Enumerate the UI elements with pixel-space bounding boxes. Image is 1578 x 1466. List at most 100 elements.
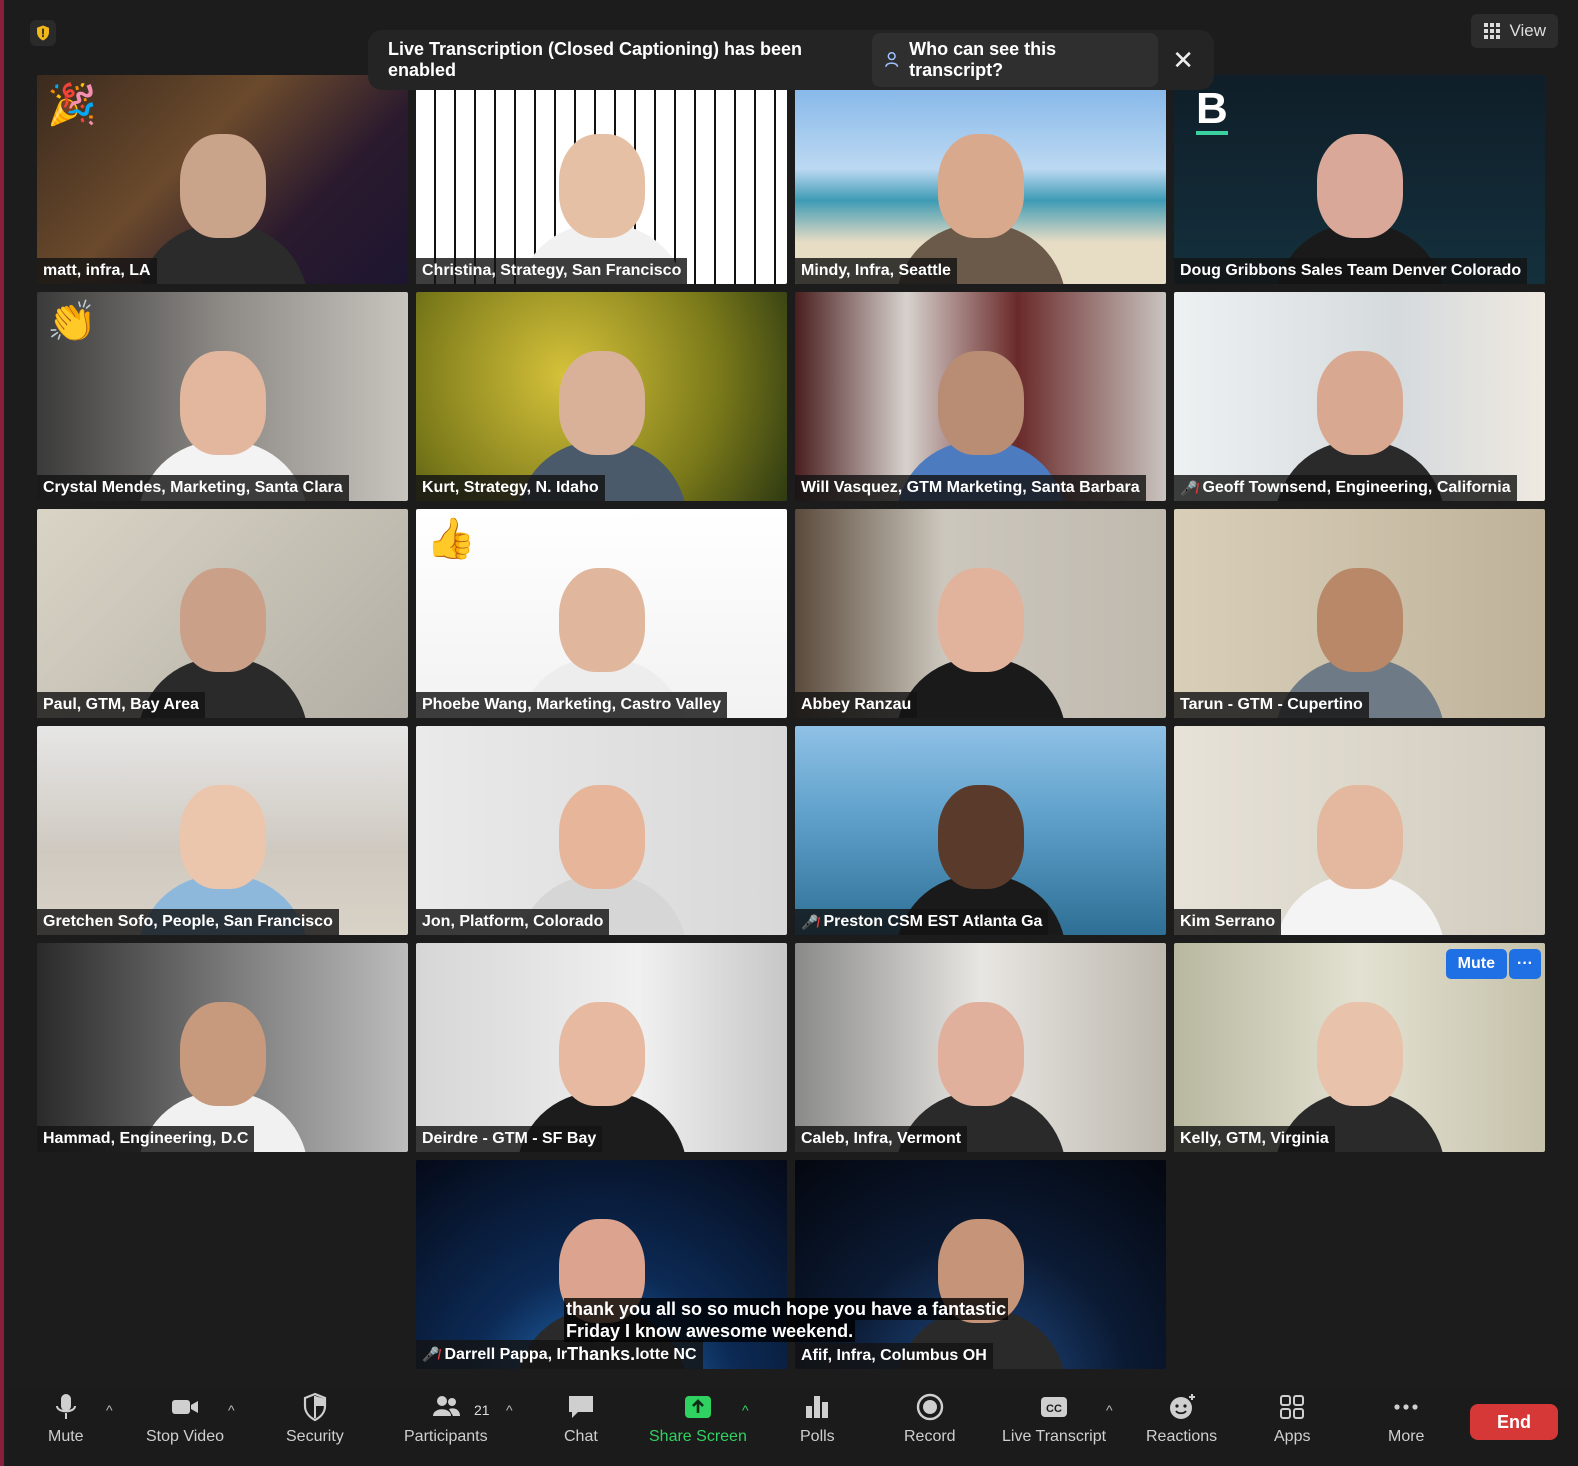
video-tile[interactable]: 👏 Crystal Mendes, Marketing, Santa Clara [37,292,408,501]
video-tile[interactable]: Jon, Platform, Colorado [416,726,787,935]
end-meeting-button[interactable]: End [1470,1404,1558,1440]
muted-mic-icon: 🎤̸ [422,1346,440,1362]
participant-name: Kelly, GTM, Virginia [1174,1126,1335,1152]
caption-line-2: Friday I know awesome weekend. [564,1320,856,1342]
live-transcript-button[interactable]: CC Live Transcript [1002,1392,1106,1446]
security-button[interactable]: Security [286,1392,344,1446]
participant-name-label: Deirdre - GTM - SF Bay [422,1130,597,1147]
video-tile[interactable]: Paul, GTM, Bay Area [37,509,408,718]
participant-name: Christina, Strategy, San Francisco [416,258,688,284]
reactions-button[interactable]: Reactions [1146,1392,1217,1446]
participant-name: Hammad, Engineering, D.C [37,1126,255,1152]
tile-mute-button[interactable]: Mute [1445,949,1507,979]
video-tile[interactable]: Kurt, Strategy, N. Idaho [416,292,787,501]
participant-name: Abbey Ranzau [795,692,918,718]
tile-more-button[interactable]: ··· [1509,949,1541,979]
grid-view-icon [1484,23,1501,39]
reactions-label: Reactions [1146,1428,1218,1445]
participant-name: 🎤̸ Geoff Townsend, Engineering, Californi… [1174,475,1517,501]
security-label: Security [286,1428,344,1445]
participant-name: Kim Serrano [1174,909,1282,935]
video-tile[interactable]: 🎉 matt, infra, LA [37,75,408,284]
participants-caret-icon[interactable]: ^ [506,1402,513,1418]
video-tile[interactable]: 🎤̸ Geoff Townsend, Engineering, Californi… [1174,292,1545,501]
polls-label: Polls [800,1428,835,1445]
caption-line-1: thank you all so so much hope you have a… [564,1298,1009,1320]
share-screen-label: Share Screen [649,1428,747,1445]
record-icon [916,1393,943,1421]
participant-name-label: Kurt, Strategy, N. Idaho [422,479,599,496]
smiley-plus-icon [1169,1394,1195,1419]
participants-button[interactable]: Participants [404,1392,488,1446]
video-tile[interactable]: B Doug Gribbons Sales Team Denver Colorad… [1174,75,1545,284]
apps-label: Apps [1274,1428,1311,1445]
participant-name: Mindy, Infra, Seattle [795,258,957,284]
live-transcript-caret-icon[interactable]: ^ [1106,1402,1113,1418]
record-button[interactable]: Record [904,1392,956,1446]
participant-name-suffix: lotte NC [635,1345,697,1363]
video-tile[interactable]: Kim Serrano [1174,726,1545,935]
video-tile[interactable]: Abbey Ranzau [795,509,1166,718]
video-tile[interactable]: Mute ··· Kelly, GTM, Virginia [1174,943,1545,1152]
company-logo: B [1196,84,1228,135]
video-tile[interactable]: Gretchen Sofo, People, San Francisco [37,726,408,935]
participant-name-label: Gretchen Sofo, People, San Francisco [43,913,333,930]
chat-bubble-icon [568,1396,593,1418]
person-icon [884,52,899,67]
video-options-caret-icon[interactable]: ^ [228,1402,235,1418]
chat-button[interactable]: Chat [564,1392,598,1446]
video-tile[interactable]: Mindy, Infra, Seattle [795,75,1166,284]
participant-name-label: Darrell Pappa, Ir [444,1345,568,1363]
participant-name-label: Abbey Ranzau [801,696,912,713]
video-tile[interactable]: Christina, Strategy, San Francisco [416,75,787,284]
who-can-see-button[interactable]: Who can see this transcript? [871,33,1159,87]
apps-icon [1280,1395,1305,1419]
more-label: More [1388,1428,1425,1445]
reaction-emoji: 🎉 [47,83,97,127]
ellipsis-icon [1394,1404,1418,1410]
video-tile[interactable]: Tarun - GTM - Cupertino [1174,509,1545,718]
participant-name-label: Will Vasquez, GTM Marketing, Santa Barba… [801,479,1140,496]
stop-video-button[interactable]: Stop Video [146,1392,224,1446]
share-screen-caret-icon[interactable]: ^ [742,1402,749,1418]
participant-name: Paul, GTM, Bay Area [37,692,205,718]
microphone-icon [55,1394,76,1419]
apps-button[interactable]: Apps [1274,1392,1310,1446]
live-transcript-label: Live Transcript [1002,1428,1107,1445]
closed-caption-icon: CC [1041,1397,1068,1417]
participant-name-label: Paul, GTM, Bay Area [43,696,199,713]
participant-video [1274,765,1445,935]
video-tile[interactable]: Will Vasquez, GTM Marketing, Santa Barba… [795,292,1166,501]
stop-video-label: Stop Video [146,1428,224,1445]
video-tile[interactable]: 👍 Phoebe Wang, Marketing, Castro Valley [416,509,787,718]
participant-name-label: matt, infra, LA [43,262,151,279]
video-tile[interactable]: Caleb, Infra, Vermont [795,943,1166,1152]
share-screen-button[interactable]: Share Screen [649,1392,747,1446]
view-button[interactable]: View [1471,14,1558,48]
polls-button[interactable]: Polls [800,1392,835,1446]
close-icon[interactable]: ✕ [1172,45,1194,76]
participant-name: Tarun - GTM - Cupertino [1174,692,1369,718]
participant-name: Afif, Infra, Columbus OH [795,1343,993,1369]
participant-name-label: Preston CSM EST Atlanta Ga [823,913,1043,930]
participant-name-label: Jon, Platform, Colorado [422,913,604,930]
reaction-emoji: 👏 [47,300,97,344]
participant-name-label: Christina, Strategy, San Francisco [422,262,682,279]
shield-icon [303,1392,326,1422]
mute-options-caret-icon[interactable]: ^ [106,1402,113,1418]
more-button[interactable]: More [1388,1392,1424,1446]
video-tile[interactable]: Hammad, Engineering, D.C [37,943,408,1152]
transcription-banner: Live Transcription (Closed Captioning) h… [368,30,1214,90]
mute-button[interactable]: Mute [48,1392,84,1446]
participants-label: Participants [404,1428,488,1445]
end-label: End [1497,1411,1531,1432]
participant-name-label: Geoff Townsend, Engineering, California [1202,479,1511,496]
video-tile[interactable]: Deirdre - GTM - SF Bay [416,943,787,1152]
participant-name-label: Hammad, Engineering, D.C [43,1130,249,1147]
participant-name: Will Vasquez, GTM Marketing, Santa Barba… [795,475,1146,501]
banner-message: Live Transcription (Closed Captioning) h… [388,39,803,80]
participant-name: Kurt, Strategy, N. Idaho [416,475,605,501]
security-shield-icon[interactable] [30,20,56,46]
participant-name-label: Phoebe Wang, Marketing, Castro Valley [422,696,722,713]
video-tile[interactable]: 🎤̸ Preston CSM EST Atlanta Ga [795,726,1166,935]
